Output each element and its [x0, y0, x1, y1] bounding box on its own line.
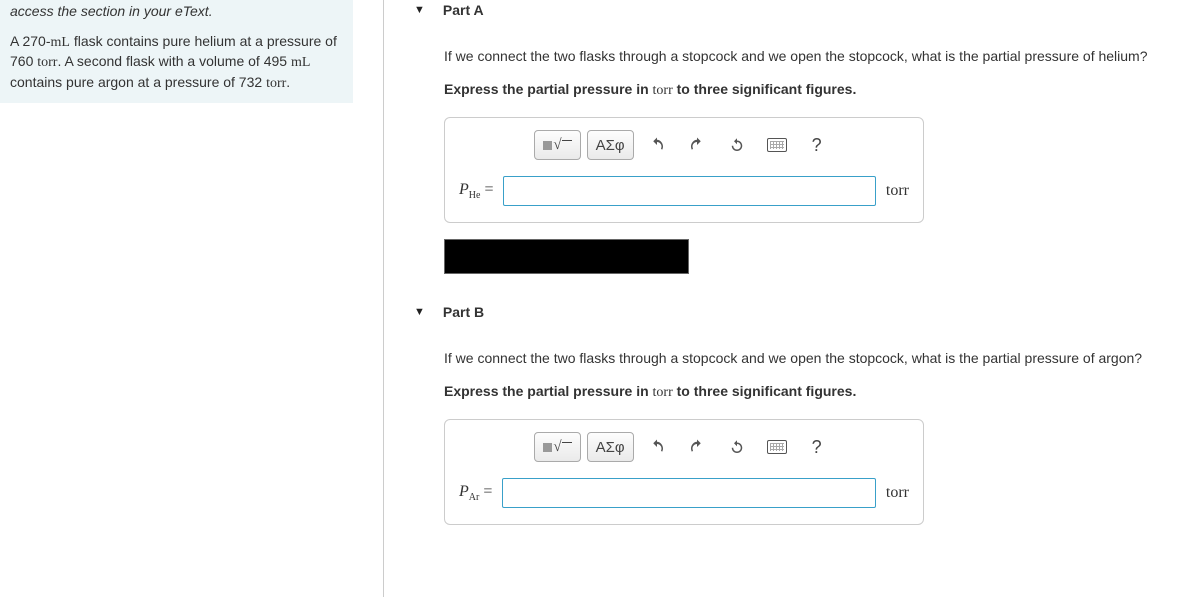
left-column: access the section in your eText. A 270-…: [0, 0, 353, 597]
help-button[interactable]: ?: [800, 130, 834, 160]
part-b-answer-panel: √ ΑΣφ ? PAr = torr: [444, 419, 924, 525]
keyboard-icon: [767, 440, 787, 454]
undo-button[interactable]: [640, 432, 674, 462]
greek-button[interactable]: ΑΣφ: [587, 432, 634, 462]
part-b-toolbar: √ ΑΣφ ?: [459, 432, 909, 462]
help-button[interactable]: ?: [800, 432, 834, 462]
part-a-toolbar: √ ΑΣφ ?: [459, 130, 909, 160]
part-a-body: If we connect the two flasks through a s…: [414, 46, 1180, 304]
greek-button[interactable]: ΑΣφ: [587, 130, 634, 160]
part-a-header[interactable]: ▼ Part A: [414, 2, 1180, 18]
part-b-variable: PAr =: [459, 483, 492, 503]
radical-icon: √: [543, 137, 571, 154]
keyboard-button[interactable]: [760, 432, 794, 462]
part-a-unit: torr: [886, 182, 909, 200]
part-b-input-row: PAr = torr: [459, 478, 909, 508]
undo-button[interactable]: [640, 130, 674, 160]
part-a-answer-panel: √ ΑΣφ ? PHe = torr: [444, 117, 924, 223]
right-column: ▼ Part A If we connect the two flasks th…: [414, 0, 1200, 597]
caret-down-icon: ▼: [414, 306, 425, 318]
part-b-body: If we connect the two flasks through a s…: [414, 348, 1180, 525]
reset-button[interactable]: [720, 130, 754, 160]
part-a-question: If we connect the two flasks through a s…: [444, 46, 1180, 67]
part-b-instruction: Express the partial pressure in torr to …: [444, 383, 1180, 401]
caret-down-icon: ▼: [414, 4, 425, 16]
reset-icon: [728, 438, 746, 456]
column-divider: [383, 0, 384, 597]
redo-icon: [688, 438, 706, 456]
part-a-input-row: PHe = torr: [459, 176, 909, 206]
undo-icon: [648, 136, 666, 154]
undo-icon: [648, 438, 666, 456]
redo-button[interactable]: [680, 432, 714, 462]
radical-icon: √: [543, 439, 571, 456]
reset-button[interactable]: [720, 432, 754, 462]
part-b-header[interactable]: ▼ Part B: [414, 304, 1180, 320]
keyboard-button[interactable]: [760, 130, 794, 160]
reset-icon: [728, 136, 746, 154]
problem-text: A 270-mL flask contains pure helium at a…: [10, 32, 343, 94]
problem-statement-box: access the section in your eText. A 270-…: [0, 0, 353, 103]
etext-hint: access the section in your eText.: [10, 2, 343, 22]
part-a-title: Part A: [443, 2, 484, 18]
part-a-answer-input[interactable]: [503, 176, 875, 206]
part-a-instruction: Express the partial pressure in torr to …: [444, 81, 1180, 99]
part-b-title: Part B: [443, 304, 484, 320]
redo-button[interactable]: [680, 130, 714, 160]
redo-icon: [688, 136, 706, 154]
part-b-unit: torr: [886, 484, 909, 502]
part-a-variable: PHe =: [459, 181, 493, 201]
templates-button[interactable]: √: [534, 432, 580, 462]
part-b-answer-input[interactable]: [502, 478, 876, 508]
redacted-region: [444, 239, 689, 274]
keyboard-icon: [767, 138, 787, 152]
part-b-question: If we connect the two flasks through a s…: [444, 348, 1180, 369]
templates-button[interactable]: √: [534, 130, 580, 160]
